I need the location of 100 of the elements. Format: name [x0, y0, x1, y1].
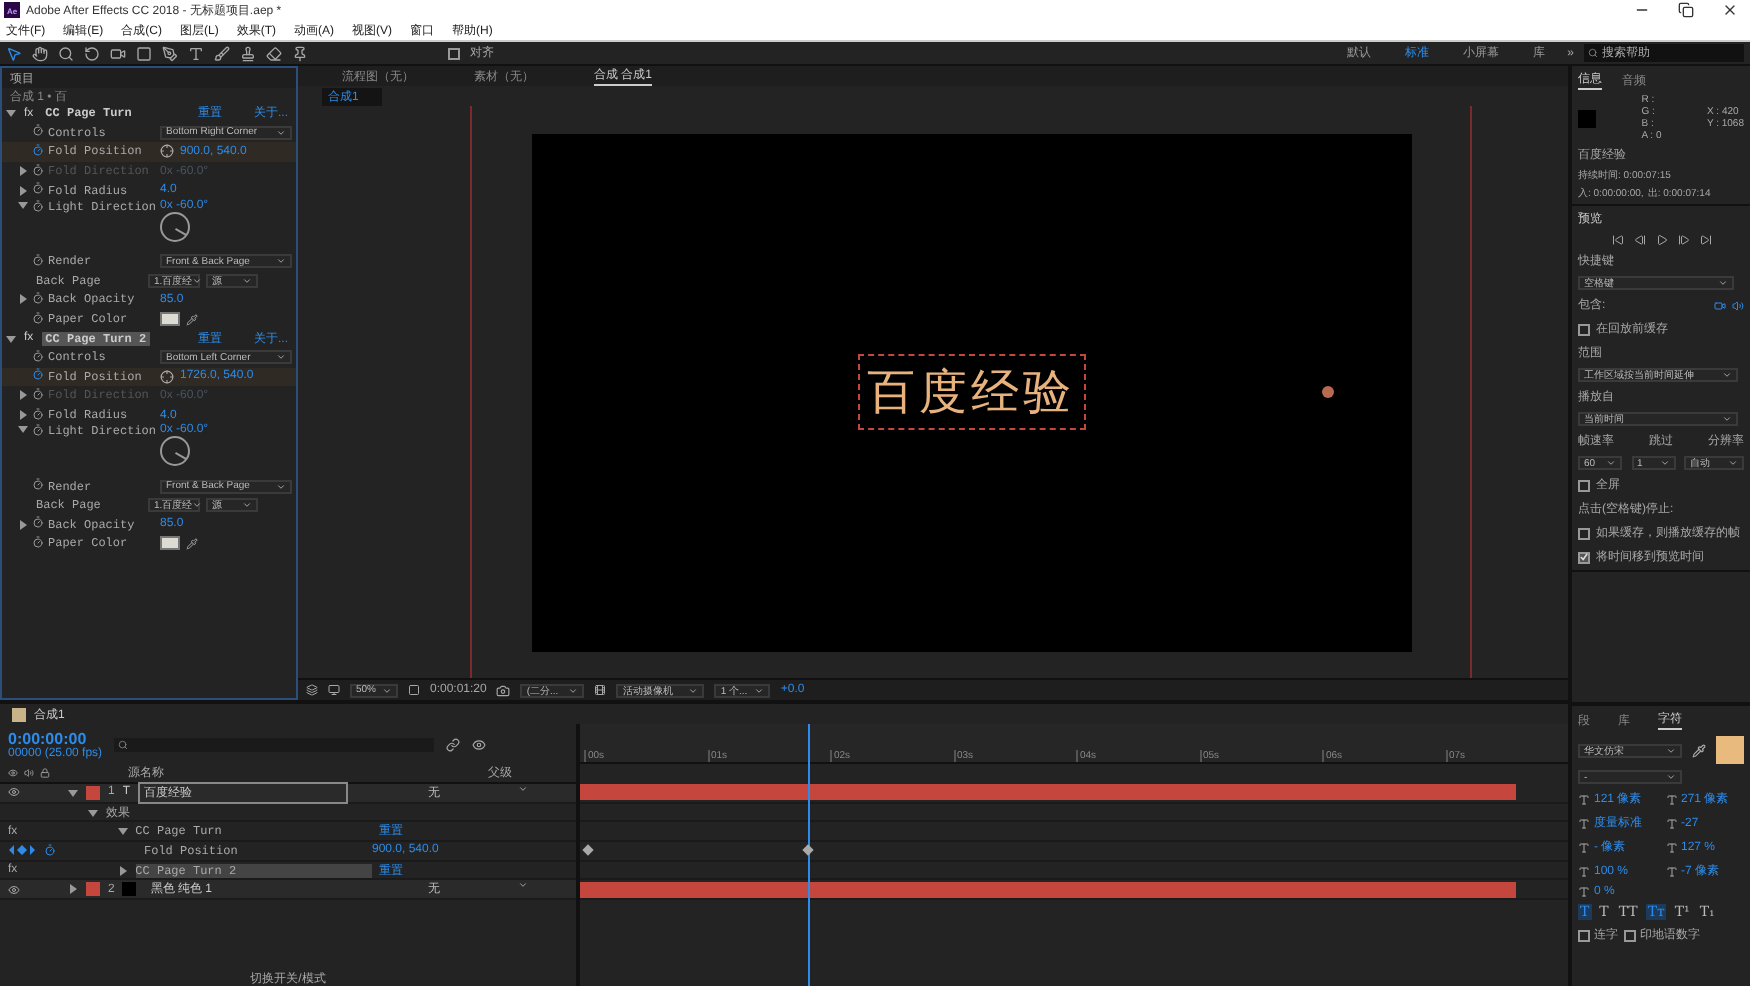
twirl-icon[interactable] [68, 884, 78, 895]
next-frame-icon[interactable] [1677, 234, 1689, 246]
pin-icon[interactable] [292, 45, 308, 61]
twirl-icon[interactable] [117, 826, 128, 837]
stamp-icon[interactable] [240, 45, 256, 61]
stopwatch-icon[interactable] [32, 199, 44, 212]
stopwatch-icon[interactable] [32, 424, 44, 437]
twirl-icon[interactable] [18, 410, 28, 421]
layers-icon[interactable] [306, 684, 318, 696]
stopwatch-icon[interactable] [32, 311, 44, 324]
film-icon[interactable] [594, 684, 607, 696]
crosshair-icon[interactable] [160, 369, 174, 384]
stopwatch-icon[interactable] [32, 407, 44, 420]
eye-icon[interactable] [472, 737, 487, 751]
checkbox[interactable] [1578, 551, 1590, 563]
checkbox[interactable] [1578, 929, 1590, 941]
stopwatch-icon[interactable] [32, 182, 44, 195]
eye-icon[interactable] [8, 768, 18, 778]
audio-icon[interactable] [1732, 299, 1744, 311]
zoom-icon[interactable] [58, 45, 74, 61]
eyedropper-icon[interactable] [186, 537, 198, 550]
stopwatch-icon[interactable] [32, 516, 44, 529]
fill-color-swatch[interactable] [1716, 736, 1744, 764]
pen-icon[interactable] [162, 45, 178, 61]
stopwatch-icon[interactable] [32, 478, 44, 491]
snapshot-icon[interactable] [496, 683, 511, 697]
text-metric-icon[interactable] [1578, 817, 1590, 829]
audio-icon[interactable] [24, 768, 34, 778]
pointer-icon[interactable] [6, 45, 22, 61]
visibility-icon[interactable] [8, 786, 20, 799]
stopwatch-icon[interactable] [32, 368, 44, 381]
link-icon[interactable] [446, 737, 461, 751]
twirl-icon[interactable] [117, 865, 128, 876]
twirl-icon[interactable] [6, 108, 16, 119]
rotate-icon[interactable] [84, 45, 100, 61]
angle-dial[interactable] [160, 436, 190, 467]
checkbox[interactable] [1578, 323, 1590, 335]
snap-checkbox[interactable] [448, 47, 460, 59]
stopwatch-icon[interactable] [44, 844, 56, 857]
layer-color-label[interactable] [86, 785, 100, 800]
lock-icon[interactable] [40, 768, 50, 778]
stopwatch-icon[interactable] [32, 143, 44, 156]
eyedropper-icon[interactable] [1692, 743, 1706, 757]
stopwatch-icon[interactable] [32, 535, 44, 548]
twirl-icon[interactable] [6, 333, 16, 344]
layer-search-field[interactable] [114, 737, 435, 751]
text-metric-icon[interactable] [1578, 793, 1590, 805]
monitor-icon[interactable] [328, 684, 340, 696]
checkbox[interactable] [1578, 479, 1590, 491]
previous-frame-icon[interactable] [1633, 234, 1645, 246]
color-swatch[interactable] [160, 536, 180, 551]
last-frame-icon[interactable] [1699, 234, 1711, 246]
play-icon[interactable] [1655, 234, 1667, 246]
layer-duration-bar[interactable] [580, 784, 1516, 801]
caret-icon [1722, 370, 1732, 380]
text-metric-icon[interactable] [1665, 817, 1677, 829]
close-icon[interactable] [1722, 2, 1738, 18]
hand-icon[interactable] [32, 45, 48, 61]
text-metric-icon[interactable] [1578, 865, 1590, 877]
safe-area-icon[interactable] [408, 684, 420, 696]
text-metric-icon[interactable] [1665, 793, 1677, 805]
text-metric-icon[interactable] [1578, 886, 1590, 898]
composition-text[interactable]: 百度经验 [859, 356, 1083, 428]
text-icon[interactable] [188, 45, 204, 61]
visibility-icon[interactable] [8, 883, 20, 896]
layer-duration-bar[interactable] [580, 881, 1516, 898]
eraser-icon[interactable] [266, 45, 282, 61]
brush-icon[interactable] [214, 45, 230, 61]
keyframe[interactable] [582, 845, 594, 857]
caret-icon [276, 256, 286, 267]
text-metric-icon[interactable] [1665, 841, 1677, 853]
timecode[interactable]: 0:00:00:00 [8, 729, 103, 747]
angle-dial[interactable] [160, 211, 190, 242]
text-metric-icon[interactable] [1665, 865, 1677, 877]
twirl-icon[interactable] [18, 424, 28, 435]
stopwatch-icon[interactable] [32, 349, 44, 362]
twirl-icon[interactable] [68, 787, 78, 798]
rectangle-icon[interactable] [136, 45, 152, 61]
video-icon[interactable] [1714, 299, 1726, 311]
stopwatch-icon[interactable] [32, 291, 44, 304]
keyframe-navigator-icon[interactable] [8, 844, 36, 857]
twirl-icon[interactable] [88, 807, 98, 818]
restore-icon[interactable] [1678, 2, 1694, 18]
color-swatch[interactable] [160, 312, 180, 327]
twirl-icon[interactable] [18, 294, 28, 305]
first-frame-icon[interactable] [1611, 234, 1623, 246]
text-metric-icon[interactable] [1578, 841, 1590, 853]
twirl-icon[interactable] [18, 199, 28, 210]
camera-icon[interactable] [110, 45, 126, 61]
keyframe[interactable] [802, 845, 814, 857]
layer-color-label[interactable] [86, 882, 100, 897]
anchor-dot[interactable] [1321, 385, 1333, 397]
stopwatch-icon[interactable] [32, 124, 44, 137]
eyedropper-icon[interactable] [186, 313, 198, 326]
twirl-icon[interactable] [18, 185, 28, 196]
checkbox[interactable] [1624, 929, 1636, 941]
stopwatch-icon[interactable] [32, 253, 44, 266]
checkbox[interactable] [1578, 527, 1590, 539]
twirl-icon[interactable] [18, 519, 28, 530]
crosshair-icon[interactable] [160, 144, 174, 159]
